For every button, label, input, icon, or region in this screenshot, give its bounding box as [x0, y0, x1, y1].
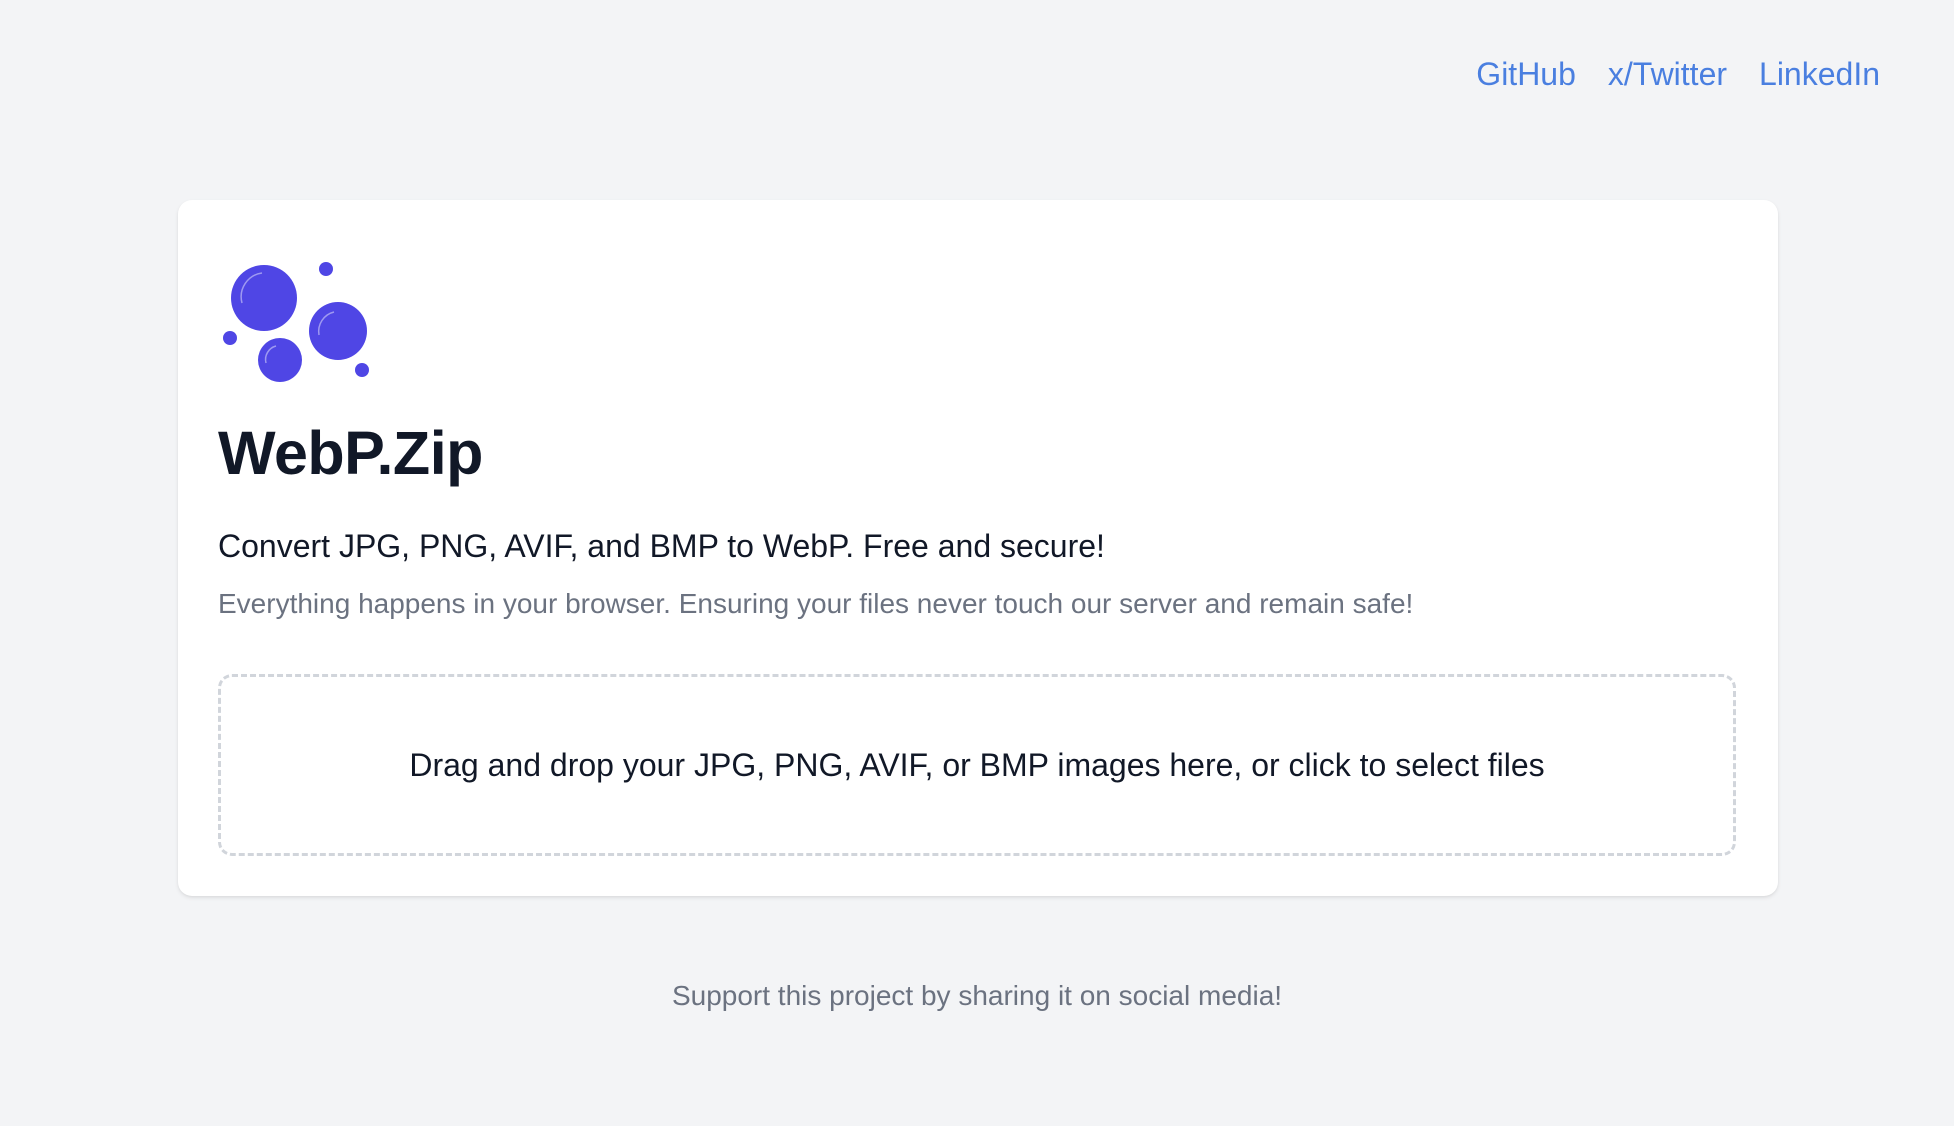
privacy-note: Everything happens in your browser. Ensu… — [218, 588, 1414, 619]
main-card: WebP.Zip Convert JPG, PNG, AVIF, and BMP… — [178, 200, 1778, 896]
github-link[interactable]: GitHub — [1476, 58, 1576, 90]
file-dropzone[interactable]: Drag and drop your JPG, PNG, AVIF, or BM… — [218, 674, 1736, 856]
page-title: WebP.Zip — [218, 419, 483, 487]
twitter-link[interactable]: x/Twitter — [1608, 58, 1727, 90]
bubbles-logo-icon — [223, 262, 369, 382]
tagline: Convert JPG, PNG, AVIF, and BMP to WebP.… — [218, 528, 1105, 564]
dropzone-label: Drag and drop your JPG, PNG, AVIF, or BM… — [409, 746, 1545, 783]
footer-text: Support this project by sharing it on so… — [671, 980, 1283, 1011]
top-nav: GitHub x/Twitter LinkedIn — [1476, 58, 1880, 90]
linkedin-link[interactable]: LinkedIn — [1759, 58, 1880, 90]
